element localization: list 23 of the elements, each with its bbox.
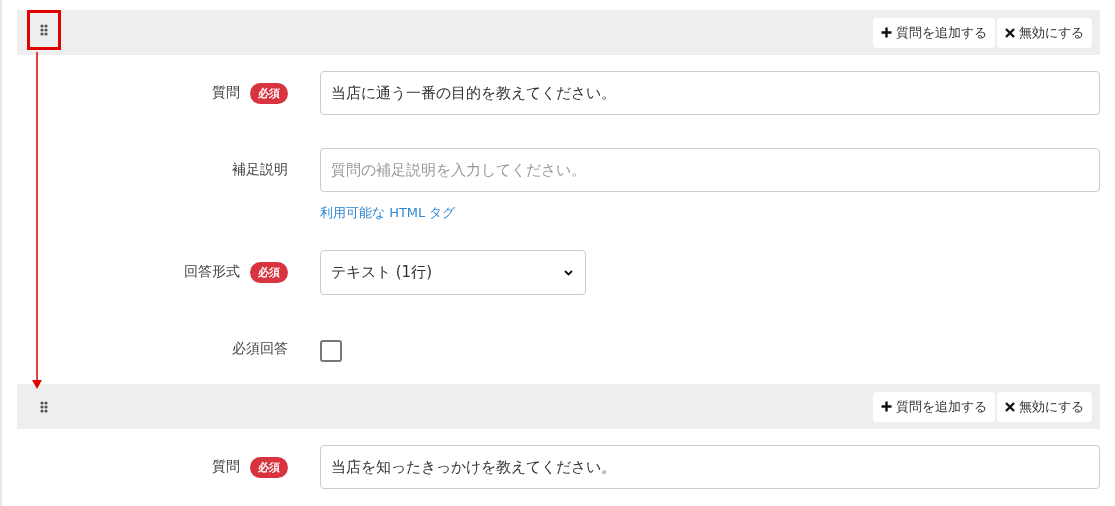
html-tags-link[interactable]: 利用可能な HTML タグ xyxy=(320,204,456,222)
field-label: 質問 xyxy=(212,458,240,476)
question-input[interactable]: 当店を知ったきっかけを教えてください。 xyxy=(320,445,1100,489)
question-input[interactable]: 当店に通う一番の目的を教えてください。 xyxy=(320,71,1100,115)
close-icon xyxy=(1005,27,1015,38)
required-badge: 必須 xyxy=(250,456,288,478)
field-label: 補足説明 xyxy=(232,161,288,179)
field-label: 質問 xyxy=(212,84,240,102)
answer-type-select[interactable]: テキスト (1行) xyxy=(320,250,586,295)
field-label: 必須回答 xyxy=(232,340,288,358)
chevron-down-icon xyxy=(564,269,573,276)
close-icon xyxy=(1005,401,1015,412)
field-label: 回答形式 xyxy=(184,263,240,281)
add-question-button[interactable]: 質問を追加する xyxy=(873,17,995,48)
required-checkbox[interactable] xyxy=(320,340,342,362)
required-badge: 必須 xyxy=(250,261,288,283)
add-question-button[interactable]: 質問を追加する xyxy=(873,391,995,422)
drag-handle-icon[interactable] xyxy=(27,9,61,50)
disable-button[interactable]: 無効にする xyxy=(997,17,1092,48)
plus-icon xyxy=(881,401,892,412)
disable-button[interactable]: 無効にする xyxy=(997,391,1092,422)
plus-icon xyxy=(881,27,892,38)
required-badge: 必須 xyxy=(250,82,288,104)
